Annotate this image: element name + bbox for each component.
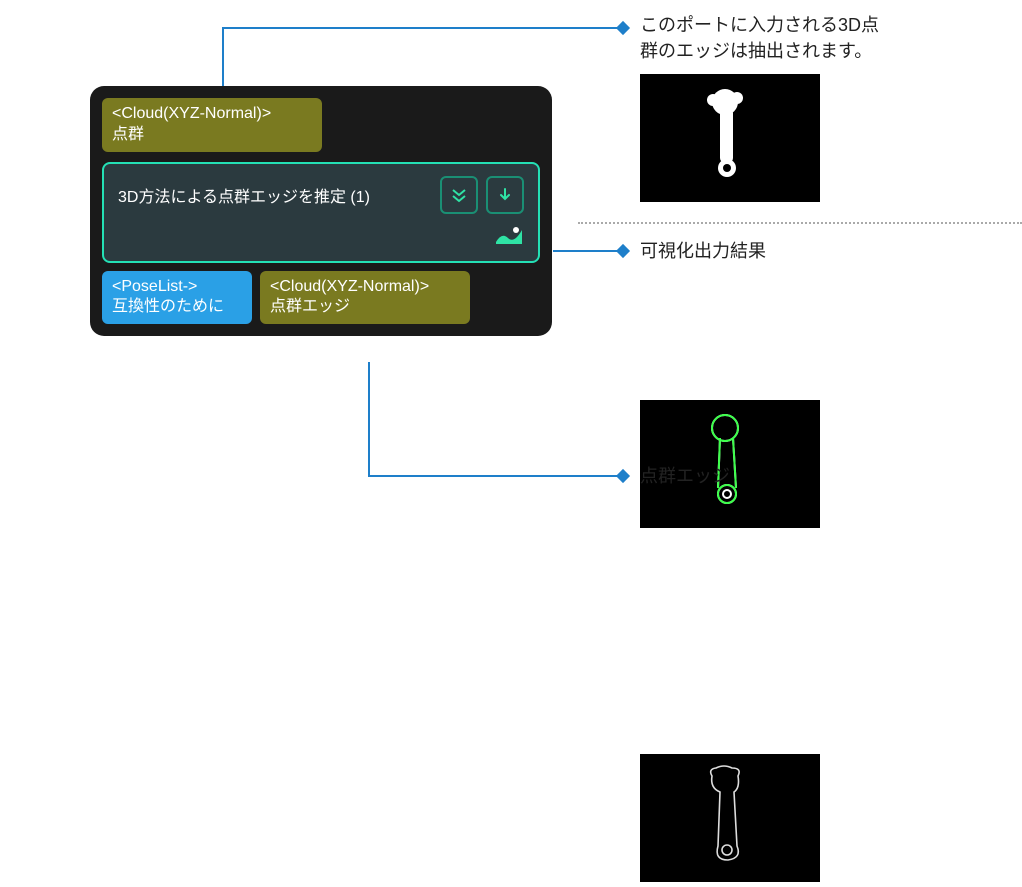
leader-line bbox=[368, 362, 370, 476]
output-poselist-type: <PoseList-> bbox=[112, 277, 242, 298]
callout-text: 可視化出力結果 bbox=[640, 241, 766, 261]
input-port-type: <Cloud(XYZ-Normal)> bbox=[112, 104, 312, 125]
leader-line bbox=[368, 475, 620, 477]
leader-line bbox=[222, 27, 620, 29]
output-poselist-name: 互換性のために bbox=[112, 297, 242, 318]
output-cloud-type: <Cloud(XYZ-Normal)> bbox=[270, 277, 460, 298]
node-title: 3D方法による点群エッジを推定 (1) bbox=[118, 183, 370, 207]
callout-input-desc: このポートに入力される3D点 群のエッジは抽出されます。 bbox=[640, 12, 1000, 64]
callout-vis: 可視化出力結果 bbox=[640, 238, 766, 264]
collapse-icon[interactable] bbox=[440, 176, 478, 214]
leader-line bbox=[222, 28, 224, 86]
output-port-cloud-edge[interactable]: <Cloud(XYZ-Normal)> 点群エッジ bbox=[260, 271, 470, 325]
leader-line bbox=[553, 250, 620, 252]
input-port-cloud[interactable]: <Cloud(XYZ-Normal)> 点群 bbox=[102, 98, 322, 152]
divider bbox=[578, 222, 1022, 224]
callout-text-line: このポートに入力される3D点 bbox=[640, 12, 1000, 38]
visualize-icon[interactable] bbox=[494, 224, 524, 251]
node-block: <Cloud(XYZ-Normal)> 点群 3D方法による点群エッジを推定 (… bbox=[90, 86, 552, 336]
diamond-icon bbox=[616, 21, 630, 35]
preview-edge-output bbox=[640, 754, 820, 882]
callout-edge: 点群エッジ bbox=[640, 463, 730, 489]
callout-text: 点群エッジ bbox=[640, 466, 730, 486]
node-body[interactable]: 3D方法による点群エッジを推定 (1) bbox=[102, 162, 540, 263]
input-port-name: 点群 bbox=[112, 125, 312, 146]
download-icon[interactable] bbox=[486, 176, 524, 214]
preview-input-cloud bbox=[640, 74, 820, 202]
output-cloud-name: 点群エッジ bbox=[270, 297, 460, 318]
output-port-poselist[interactable]: <PoseList-> 互換性のために bbox=[102, 271, 252, 325]
callout-text-line: 群のエッジは抽出されます。 bbox=[640, 38, 1000, 64]
diamond-icon bbox=[616, 469, 630, 483]
diamond-icon bbox=[616, 244, 630, 258]
